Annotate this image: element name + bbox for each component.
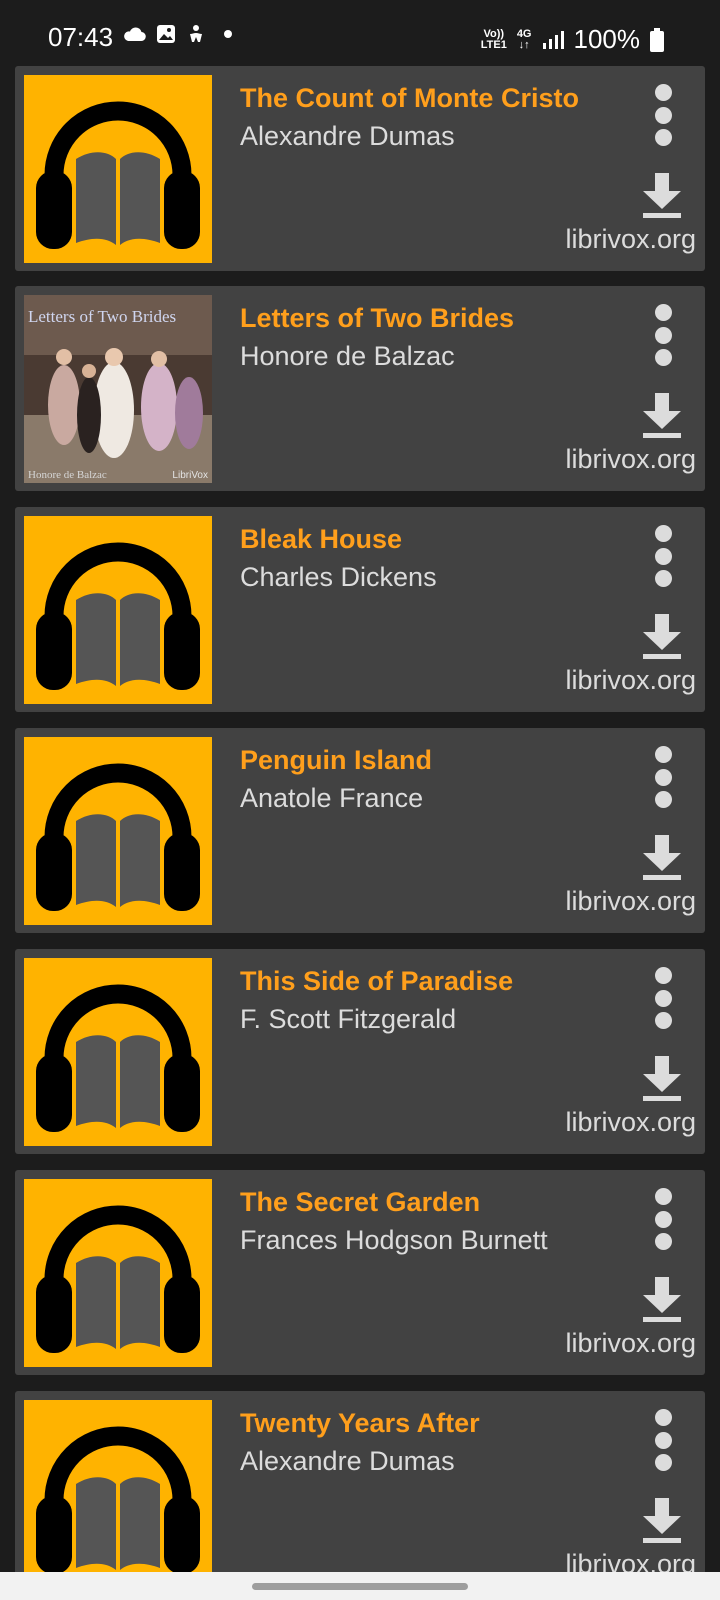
book-title[interactable]: The Secret Garden (240, 1187, 480, 1218)
book-cover (24, 516, 212, 704)
book-card[interactable]: This Side of Paradise F. Scott Fitzgeral… (15, 949, 705, 1154)
book-source: librivox.org (565, 224, 696, 254)
book-title[interactable]: This Side of Paradise (240, 966, 513, 997)
gesture-handle[interactable] (252, 1583, 468, 1590)
book-card[interactable]: Letters of Two Brides Honore de Balzac L… (15, 286, 705, 491)
system-icons: Vo)) LTE1 4G ↓↑ 100% (481, 24, 664, 55)
book-title[interactable]: Twenty Years After (240, 1408, 480, 1439)
book-author: Charles Dickens (240, 562, 437, 592)
battery-icon (650, 27, 664, 52)
book-source: librivox.org (565, 1107, 696, 1137)
book-author: Frances Hodgson Burnett (240, 1225, 548, 1255)
book-title[interactable]: Letters of Two Brides (240, 303, 514, 334)
book-list[interactable]: The Count of Monte Cristo Alexandre Duma… (0, 62, 720, 1572)
book-author: F. Scott Fitzgerald (240, 1004, 457, 1034)
cloud-icon (124, 27, 146, 42)
book-cover (24, 75, 212, 263)
more-options-icon[interactable] (643, 525, 683, 587)
cover-title-text: Letters of Two Brides (28, 307, 177, 326)
book-author: Anatole France (240, 783, 424, 813)
book-title[interactable]: The Count of Monte Cristo (240, 83, 579, 114)
more-options-icon[interactable] (643, 1188, 683, 1250)
book-source: librivox.org (565, 1328, 696, 1358)
download-icon[interactable] (639, 1496, 685, 1546)
dot-icon (224, 30, 232, 38)
book-card[interactable]: Penguin Island Anatole France librivox.o… (15, 728, 705, 933)
book-author: Honore de Balzac (240, 341, 455, 371)
status-time: 07:43 (48, 22, 114, 52)
download-icon[interactable] (639, 612, 685, 662)
image-icon (157, 25, 175, 43)
more-options-icon[interactable] (643, 304, 683, 366)
book-source: librivox.org (565, 1549, 696, 1572)
download-icon[interactable] (639, 1275, 685, 1325)
headphones-book-icon (36, 101, 200, 249)
headphones-book-icon (36, 984, 200, 1132)
navigation-bar (0, 1572, 720, 1600)
cover-author-text: Honore de Balzac (28, 469, 107, 481)
book-title[interactable]: Penguin Island (240, 745, 432, 776)
more-options-icon[interactable] (643, 746, 683, 808)
headphones-book-icon (36, 763, 200, 911)
book-source: librivox.org (565, 886, 696, 916)
book-card[interactable]: The Count of Monte Cristo Alexandre Duma… (15, 66, 705, 271)
more-options-icon[interactable] (643, 84, 683, 146)
notification-icons (122, 24, 232, 44)
volte-indicator: Vo)) LTE1 (480, 27, 507, 51)
book-cover (24, 737, 212, 925)
status-bar: 07:43 Vo)) LTE1 4G ↓↑ 100% (0, 0, 720, 62)
book-cover (24, 1179, 212, 1367)
book-author: Alexandre Dumas (240, 1446, 455, 1476)
accessibility-icon (190, 25, 202, 42)
more-options-icon[interactable] (643, 967, 683, 1029)
download-icon[interactable] (639, 1054, 685, 1104)
book-card[interactable]: Bleak House Charles Dickens librivox.org (15, 507, 705, 712)
cover-brand-text: LibriVox (172, 470, 208, 481)
book-cover (24, 1400, 212, 1572)
headphones-book-icon (36, 1426, 200, 1572)
book-card[interactable]: Twenty Years After Alexandre Dumas libri… (15, 1391, 705, 1572)
book-cover (24, 958, 212, 1146)
book-source: librivox.org (565, 665, 696, 695)
download-icon[interactable] (639, 833, 685, 883)
download-icon[interactable] (639, 391, 685, 441)
signal-icon (542, 30, 564, 49)
download-icon[interactable] (639, 171, 685, 221)
book-title[interactable]: Bleak House (240, 524, 402, 555)
headphones-book-icon (36, 1205, 200, 1353)
book-cover: Letters of Two Brides Honore de Balzac L… (24, 295, 212, 483)
headphones-book-icon (36, 542, 200, 690)
more-options-icon[interactable] (643, 1409, 683, 1471)
network-indicator: 4G ↓↑ (516, 27, 532, 51)
book-source: librivox.org (565, 444, 696, 474)
book-card[interactable]: The Secret Garden Frances Hodgson Burnet… (15, 1170, 705, 1375)
data-arrows-icon: ↓↑ (518, 38, 530, 51)
battery-percent: 100% (573, 24, 641, 54)
book-author: Alexandre Dumas (240, 121, 455, 151)
